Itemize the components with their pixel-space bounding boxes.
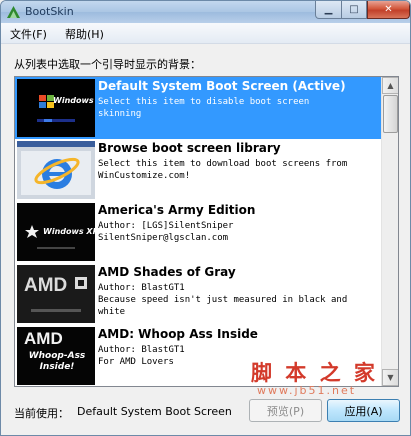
maximize-icon: □ — [349, 4, 359, 15]
menu-bar: 文件(F) 帮助(H) — [1, 23, 410, 44]
list-item[interactable]: Browse boot screen library Select this i… — [15, 139, 381, 201]
item-description: Select this item to download boot screen… — [98, 159, 348, 181]
item-description: Select this item to disable boot screen … — [98, 97, 310, 119]
scroll-down-button[interactable]: ▼ — [382, 369, 398, 386]
item-description: Author: [LGS]SilentSniper SilentSniper@l… — [98, 221, 234, 243]
item-title: AMD: Whoop Ass Inside — [98, 327, 258, 341]
thumbnail: AMD — [17, 265, 95, 323]
arrow-down-icon: ▼ — [387, 373, 394, 382]
thumb-label: Windows XP — [53, 96, 95, 105]
window-title: BootSkin — [25, 5, 74, 18]
amd-logo: AMD — [24, 329, 63, 348]
apply-button[interactable]: 应用(A) — [327, 399, 400, 422]
item-title: America's Army Edition — [98, 203, 256, 217]
item-title: AMD Shades of Gray — [98, 265, 236, 279]
item-title: Browse boot screen library — [98, 141, 281, 155]
watermark-text: 脚 本 之 家 — [251, 360, 378, 385]
menu-file[interactable]: 文件(F) — [10, 26, 47, 42]
thumbnail: AMD Whoop-Ass Inside! — [17, 327, 95, 385]
maximize-button[interactable]: □ — [341, 1, 367, 19]
title-bar[interactable]: BootSkin ▁ □ ✕ — [1, 1, 410, 23]
list-item[interactable]: Windows XP Default System Boot Screen (A… — [15, 77, 381, 139]
list-item[interactable]: Windows XP America's Army Edition Author… — [15, 201, 381, 263]
list-scrollbar[interactable]: ▲ ▼ — [381, 77, 398, 386]
current-skin-value: Default System Boot Screen — [77, 405, 232, 418]
internet-explorer-icon — [17, 141, 95, 199]
item-description: Author: BlastGT1 Because speed isn't jus… — [98, 283, 348, 317]
thumb-sub-label: Whoop-Ass Inside! — [28, 351, 86, 372]
close-button[interactable]: ✕ — [367, 1, 410, 19]
amd-logo: AMD — [24, 275, 68, 296]
current-skin-label: 当前使用： — [14, 407, 69, 420]
menu-help[interactable]: 帮助(H) — [65, 26, 104, 42]
thumb-label: Windows XP — [43, 227, 95, 236]
boot-screen-list[interactable]: Windows XP Default System Boot Screen (A… — [14, 76, 399, 387]
thumbnail: Windows XP — [17, 203, 95, 261]
thumbnail — [17, 141, 95, 199]
app-icon — [7, 6, 20, 18]
item-title: Default System Boot Screen (Active) — [98, 79, 346, 93]
thumbnail: Windows XP — [17, 79, 95, 137]
scroll-thumb[interactable] — [383, 95, 398, 133]
bootskin-window: BootSkin ▁ □ ✕ 文件(F) 帮助(H) 从列表中选取一个引导时显示… — [0, 0, 411, 436]
minimize-icon: ▁ — [324, 4, 333, 15]
close-icon: ✕ — [384, 4, 393, 15]
scroll-up-button[interactable]: ▲ — [382, 77, 398, 94]
arrow-up-icon: ▲ — [387, 81, 394, 90]
minimize-button[interactable]: ▁ — [315, 1, 342, 19]
instruction-label: 从列表中选取一个引导时显示的背景： — [14, 58, 201, 71]
preview-button[interactable]: 预览(P) — [249, 399, 322, 422]
watermark-url: www.jb51.net — [257, 384, 357, 397]
list-item[interactable]: AMD AMD Shades of Gray Author: BlastGT1 … — [15, 263, 381, 325]
